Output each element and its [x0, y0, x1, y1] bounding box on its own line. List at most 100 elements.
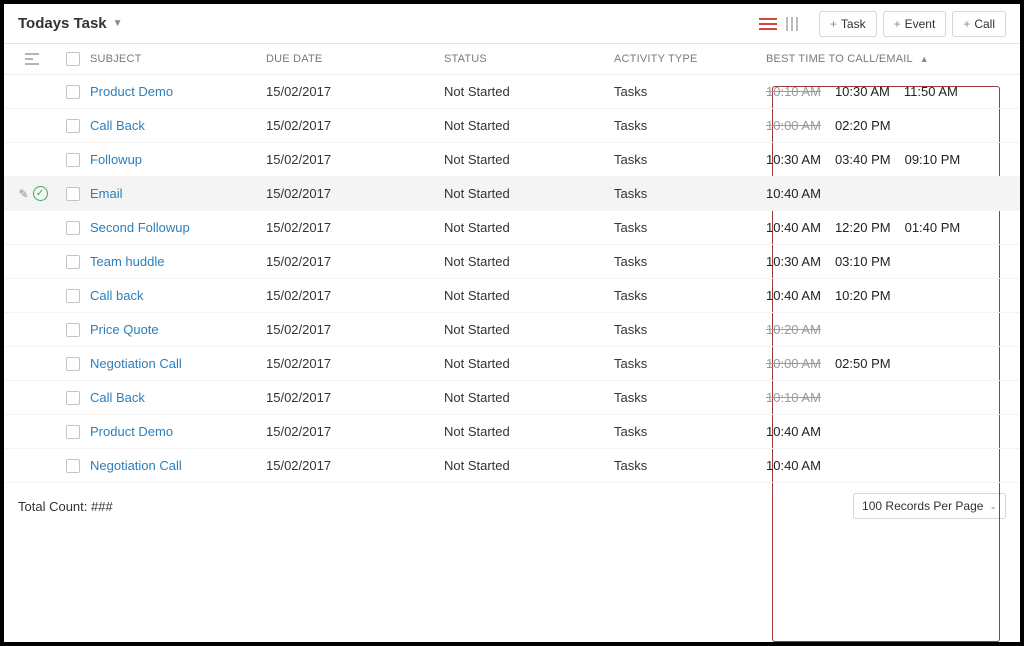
due-date-cell: 15/02/2017: [266, 424, 444, 439]
table-row[interactable]: ✎✓Email15/02/2017Not StartedTasks10:40 A…: [4, 177, 1020, 211]
status-cell: Not Started: [444, 220, 614, 235]
chevron-down-icon: ▼: [113, 18, 123, 29]
subject-link[interactable]: Price Quote: [90, 322, 159, 337]
new-task-button[interactable]: + Task: [819, 11, 877, 37]
row-checkbox[interactable]: [66, 255, 80, 269]
mark-complete-icon[interactable]: ✓: [33, 186, 48, 201]
activity-type-cell: Tasks: [614, 186, 760, 201]
best-time-cell: 10:00 AM 02:20 PM: [760, 118, 1006, 133]
sort-asc-icon: ▲: [920, 54, 929, 64]
page-size-label: 100 Records Per Page: [862, 499, 983, 513]
due-date-cell: 15/02/2017: [266, 254, 444, 269]
table-row[interactable]: Price Quote15/02/2017Not StartedTasks10:…: [4, 313, 1020, 347]
time-slot: 10:20 AM: [766, 322, 821, 337]
time-slot: 10:40 AM: [766, 288, 821, 303]
best-time-cell: 10:30 AM 03:40 PM 09:10 PM: [760, 152, 1006, 167]
row-checkbox[interactable]: [66, 119, 80, 133]
table-row[interactable]: Second Followup15/02/2017Not StartedTask…: [4, 211, 1020, 245]
time-slot: 10:30 AM: [766, 254, 821, 269]
subject-link[interactable]: Email: [90, 186, 123, 201]
row-checkbox[interactable]: [66, 459, 80, 473]
due-date-cell: 15/02/2017: [266, 356, 444, 371]
time-slot: 02:20 PM: [835, 118, 891, 133]
col-header-status[interactable]: STATUS: [444, 53, 614, 65]
row-checkbox[interactable]: [66, 357, 80, 371]
activity-type-cell: Tasks: [614, 220, 760, 235]
subject-link[interactable]: Product Demo: [90, 84, 173, 99]
table-header-row: SUBJECT DUE DATE STATUS ACTIVITY TYPE BE…: [4, 44, 1020, 75]
table-row[interactable]: Team huddle15/02/2017Not StartedTasks10:…: [4, 245, 1020, 279]
time-slot: 10:00 AM: [766, 118, 821, 133]
time-slot: 02:50 PM: [835, 356, 891, 371]
time-slot: 10:40 AM: [766, 458, 821, 473]
table-row[interactable]: Call Back15/02/2017Not StartedTasks10:00…: [4, 109, 1020, 143]
subject-link[interactable]: Team huddle: [90, 254, 164, 269]
plus-icon: +: [894, 17, 901, 31]
activity-type-cell: Tasks: [614, 356, 760, 371]
subject-link[interactable]: Second Followup: [90, 220, 190, 235]
new-event-button[interactable]: + Event: [883, 11, 947, 37]
col-header-activity-type[interactable]: ACTIVITY TYPE: [614, 53, 760, 65]
status-cell: Not Started: [444, 84, 614, 99]
time-slot: 03:10 PM: [835, 254, 891, 269]
subject-link[interactable]: Negotiation Call: [90, 356, 182, 371]
row-checkbox[interactable]: [66, 391, 80, 405]
status-cell: Not Started: [444, 424, 614, 439]
edit-pencil-icon[interactable]: ✎: [18, 187, 28, 201]
status-cell: Not Started: [444, 118, 614, 133]
time-slot: 12:20 PM: [835, 220, 891, 235]
due-date-cell: 15/02/2017: [266, 152, 444, 167]
toolbar: Todays Task ▼ + Task + Event + Call: [4, 4, 1020, 44]
time-slot: 09:10 PM: [905, 152, 961, 167]
row-checkbox[interactable]: [66, 425, 80, 439]
col-header-best-time-label: BEST TIME TO CALL/EMAIL: [766, 53, 912, 65]
subject-link[interactable]: Call back: [90, 288, 143, 303]
subject-link[interactable]: Negotiation Call: [90, 458, 182, 473]
activity-type-cell: Tasks: [614, 118, 760, 133]
time-slot: 11:50 AM: [904, 84, 958, 99]
status-cell: Not Started: [444, 254, 614, 269]
col-header-due-date[interactable]: DUE DATE: [266, 53, 444, 65]
best-time-cell: 10:10 AM10:30 AM11:50 AM: [760, 84, 1006, 99]
subject-link[interactable]: Product Demo: [90, 424, 173, 439]
view-switcher: [759, 17, 801, 31]
new-task-label: Task: [841, 17, 866, 31]
col-header-best-time[interactable]: BEST TIME TO CALL/EMAIL ▲: [760, 53, 1006, 65]
row-checkbox[interactable]: [66, 323, 80, 337]
best-time-cell: 10:40 AM10:20 PM: [760, 288, 1006, 303]
row-checkbox[interactable]: [66, 153, 80, 167]
chevron-down-icon: ⌄: [989, 501, 997, 512]
best-time-cell: 10:40 AM: [760, 458, 1006, 473]
view-title-dropdown[interactable]: Todays Task ▼: [18, 15, 123, 32]
table-row[interactable]: Call Back15/02/2017Not StartedTasks10:10…: [4, 381, 1020, 415]
column-view-icon[interactable]: [785, 17, 801, 31]
table-row[interactable]: Product Demo15/02/2017Not StartedTasks10…: [4, 75, 1020, 109]
table-row[interactable]: Negotiation Call15/02/2017Not StartedTas…: [4, 347, 1020, 381]
row-checkbox[interactable]: [66, 289, 80, 303]
time-slot: 10:30 AM: [766, 152, 821, 167]
table-row[interactable]: Followup15/02/2017Not StartedTasks10:30 …: [4, 143, 1020, 177]
table-row[interactable]: Call back15/02/2017Not StartedTasks10:40…: [4, 279, 1020, 313]
row-checkbox[interactable]: [66, 85, 80, 99]
table-row[interactable]: Negotiation Call15/02/2017Not StartedTas…: [4, 449, 1020, 483]
table-row[interactable]: Product Demo15/02/2017Not StartedTasks10…: [4, 415, 1020, 449]
select-all-checkbox[interactable]: [66, 52, 80, 66]
col-header-subject[interactable]: SUBJECT: [90, 53, 266, 65]
subject-link[interactable]: Call Back: [90, 390, 145, 405]
due-date-cell: 15/02/2017: [266, 84, 444, 99]
new-call-button[interactable]: + Call: [952, 11, 1006, 37]
subject-link[interactable]: Followup: [90, 152, 142, 167]
best-time-cell: 10:00 AM02:50 PM: [760, 356, 1006, 371]
subject-link[interactable]: Call Back: [90, 118, 145, 133]
time-slot: 01:40 PM: [905, 220, 961, 235]
time-slot: 10:10 AM: [766, 390, 821, 405]
page-size-select[interactable]: 100 Records Per Page ⌄: [853, 493, 1006, 519]
status-cell: Not Started: [444, 322, 614, 337]
list-view-icon[interactable]: [759, 17, 777, 31]
time-slot: 03:40 PM: [835, 152, 891, 167]
row-checkbox[interactable]: [66, 221, 80, 235]
best-time-cell: 10:30 AM 03:10 PM: [760, 254, 1006, 269]
resize-columns-icon[interactable]: [25, 53, 41, 65]
row-checkbox[interactable]: [66, 187, 80, 201]
best-time-cell: 10:40 AM: [760, 186, 1006, 201]
